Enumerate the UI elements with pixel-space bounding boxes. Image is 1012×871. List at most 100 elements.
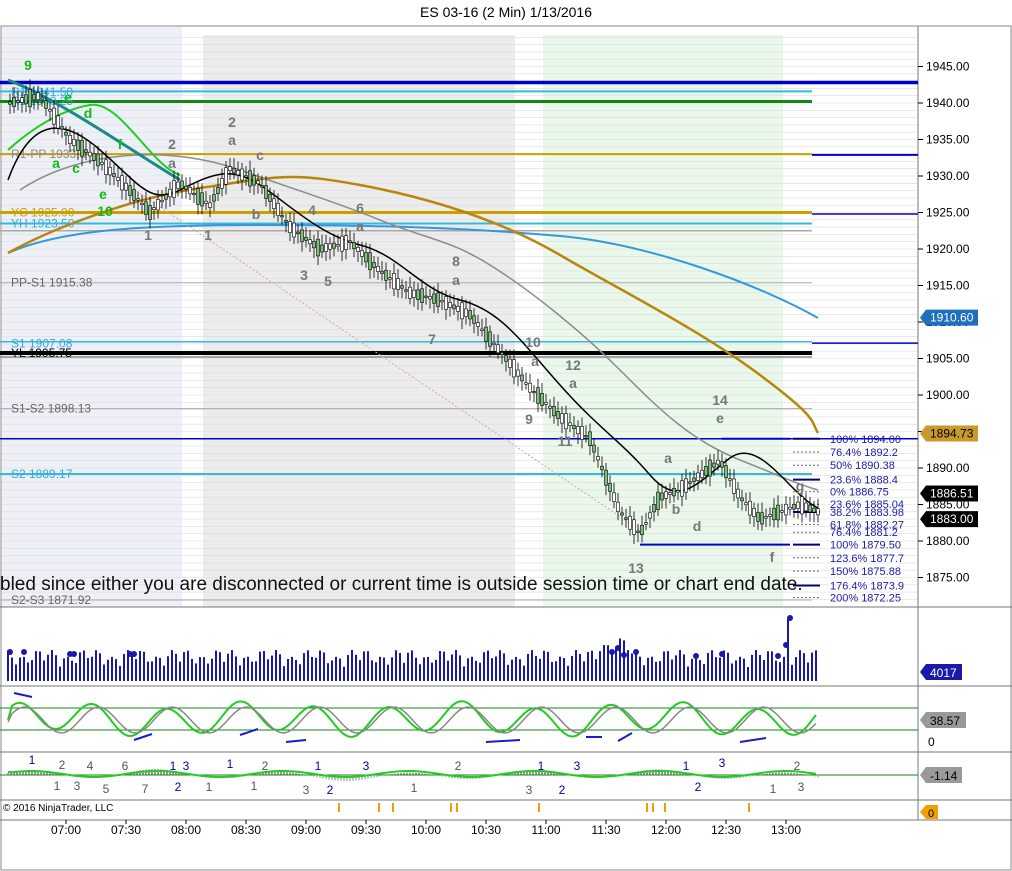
event-tick [392, 803, 394, 812]
candle-body [256, 180, 260, 185]
candle-body [84, 149, 88, 153]
divergence-line [617, 732, 633, 742]
candle-body [612, 492, 616, 502]
candle-body [704, 466, 708, 476]
candle-body [44, 100, 48, 109]
candle-body [412, 289, 416, 298]
candle-body [100, 162, 104, 165]
wave-label: b [672, 501, 681, 517]
candle-body [56, 115, 60, 129]
candle-body [668, 492, 672, 495]
candle-body [144, 201, 148, 215]
momentum-wave-label: 1 [315, 759, 322, 773]
wave-label: 5 [324, 273, 332, 289]
candle-body [644, 522, 648, 525]
momentum-wave-label: 1 [411, 781, 418, 795]
candle-body [352, 242, 356, 250]
momentum-wave-label: 2 [327, 783, 334, 797]
wave-label: c [256, 147, 264, 163]
momentum-wave-label: 3 [183, 759, 190, 773]
momentum-wave-label: 1 [227, 757, 234, 771]
candle-body [676, 490, 680, 493]
momentum-wave-label: 2 [695, 780, 702, 794]
event-tick [456, 803, 458, 812]
wave-label: 6 [356, 200, 364, 216]
volume-spike-dot [783, 642, 789, 648]
momentum-wave-label: 3 [74, 779, 81, 793]
y-tick-label: 1890.00 [926, 461, 970, 475]
event-tick [748, 803, 750, 812]
divergence-line [13, 692, 33, 698]
chart-svg[interactable]: 1945.00 1940.00 1935.00 1930.00 1925.00 1920.… [0, 0, 1012, 871]
x-tick-label: 13:00 [771, 823, 801, 837]
x-tick-label: 08:30 [231, 823, 261, 837]
candle-body [48, 109, 52, 112]
candle-body [672, 487, 676, 497]
candle-body [440, 300, 444, 303]
copyright-label: © 2016 NinjaTrader, LLC [3, 803, 114, 814]
candle-body [204, 200, 208, 204]
candle-body [428, 296, 432, 300]
momentum-wave-label: 1 [29, 753, 36, 767]
momentum-wave-label: 3 [719, 756, 726, 770]
event-tick [664, 803, 666, 812]
candle-body [756, 512, 760, 522]
y-tick-label: 1935.00 [926, 133, 970, 147]
candle-body [176, 181, 180, 189]
candle-body [136, 198, 140, 201]
candle-body [748, 500, 752, 516]
wave-label: 10 [525, 334, 541, 350]
candle-body [804, 502, 808, 512]
wave-label: a [52, 155, 60, 171]
wave-label: a [168, 155, 176, 171]
candle-body [152, 207, 156, 210]
candle-body [88, 151, 92, 157]
fib-label: 76.4% 1892.2 [830, 447, 898, 459]
x-tick-label: 11:30 [591, 823, 620, 837]
x-tick-label: 10:00 [411, 823, 441, 837]
candle-body [492, 342, 496, 345]
candle-body [628, 515, 632, 530]
event-tick [338, 803, 340, 812]
candle-body [476, 322, 480, 327]
candle-body [744, 502, 748, 506]
candle-body [792, 503, 796, 510]
fib-label: 200% 1872.25 [830, 593, 901, 605]
candle-body [200, 192, 204, 207]
price-marker-label: 1910.60 [930, 311, 974, 325]
candle-body [16, 100, 20, 103]
candle-body [452, 304, 456, 310]
candle-body [272, 198, 276, 210]
candle-body [472, 315, 476, 324]
candle-body [316, 238, 320, 257]
candle-body [444, 296, 448, 310]
candle-body [236, 170, 240, 176]
candle-body [156, 199, 160, 211]
wave-label: 10 [97, 203, 113, 219]
candle-body [328, 243, 332, 250]
volume-spike-dot [633, 649, 639, 655]
y-tick-label: 1905.00 [926, 352, 970, 366]
momentum-wave-label: 1 [54, 779, 61, 793]
event-tick [538, 803, 540, 812]
candle-body [312, 241, 316, 249]
session-banner: bled since either you are disconnected o… [0, 574, 803, 595]
candle-body [800, 496, 804, 515]
x-tick-label: 07:30 [111, 823, 141, 837]
candle-body [28, 89, 32, 108]
candle-body [712, 462, 716, 468]
candle-body [660, 492, 664, 501]
candle-body [64, 131, 68, 136]
y-tick-label: 1915.00 [926, 279, 970, 293]
candle-body [580, 426, 584, 440]
candle-body [732, 478, 736, 494]
candle-body [576, 425, 580, 435]
candle-body [96, 153, 100, 167]
fib-label: 150% 1875.88 [830, 566, 901, 578]
candle-body [408, 286, 412, 299]
divergence-line [739, 737, 767, 743]
candle-body [172, 180, 176, 199]
candle-body [8, 101, 12, 105]
wave-label: e [716, 410, 724, 426]
y-tick-label: 1875.00 [926, 571, 970, 585]
